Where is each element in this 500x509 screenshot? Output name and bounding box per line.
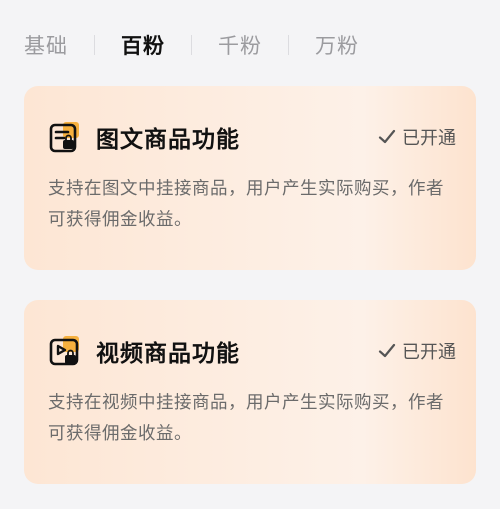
check-icon bbox=[378, 129, 396, 144]
image-text-product-icon bbox=[48, 120, 82, 154]
tab-ten-thousand-fans[interactable]: 万粉 bbox=[315, 30, 359, 60]
card-header: 图文商品功能 已开通 bbox=[48, 120, 456, 154]
tab-hundred-fans[interactable]: 百粉 bbox=[121, 30, 165, 60]
tab-thousand-fans[interactable]: 千粉 bbox=[218, 30, 262, 60]
status-enabled: 已开通 bbox=[378, 124, 456, 150]
video-product-icon bbox=[48, 334, 82, 368]
check-icon bbox=[378, 343, 396, 358]
card-title: 视频商品功能 bbox=[96, 341, 240, 367]
status-enabled: 已开通 bbox=[378, 338, 456, 364]
tab-divider bbox=[94, 35, 95, 55]
tab-divider bbox=[191, 35, 192, 55]
status-text: 已开通 bbox=[402, 128, 456, 149]
feature-card-video: 视频商品功能 已开通 支持在视频中挂接商品，用户产生实际购买，作者可获得佣金收益… bbox=[24, 300, 476, 484]
card-title: 图文商品功能 bbox=[96, 127, 240, 153]
card-header: 视频商品功能 已开通 bbox=[48, 334, 456, 368]
feature-card-image-text: 图文商品功能 已开通 支持在图文中挂接商品，用户产生实际购买，作者可获得佣金收益… bbox=[24, 86, 476, 270]
card-description: 支持在图文中挂接商品，用户产生实际购买，作者可获得佣金收益。 bbox=[48, 179, 444, 230]
level-tabs: 基础 百粉 千粉 万粉 bbox=[0, 0, 500, 90]
tab-basic[interactable]: 基础 bbox=[24, 30, 68, 60]
tab-divider bbox=[288, 35, 289, 55]
status-text: 已开通 bbox=[402, 342, 456, 363]
card-description: 支持在视频中挂接商品，用户产生实际购买，作者可获得佣金收益。 bbox=[48, 393, 444, 444]
